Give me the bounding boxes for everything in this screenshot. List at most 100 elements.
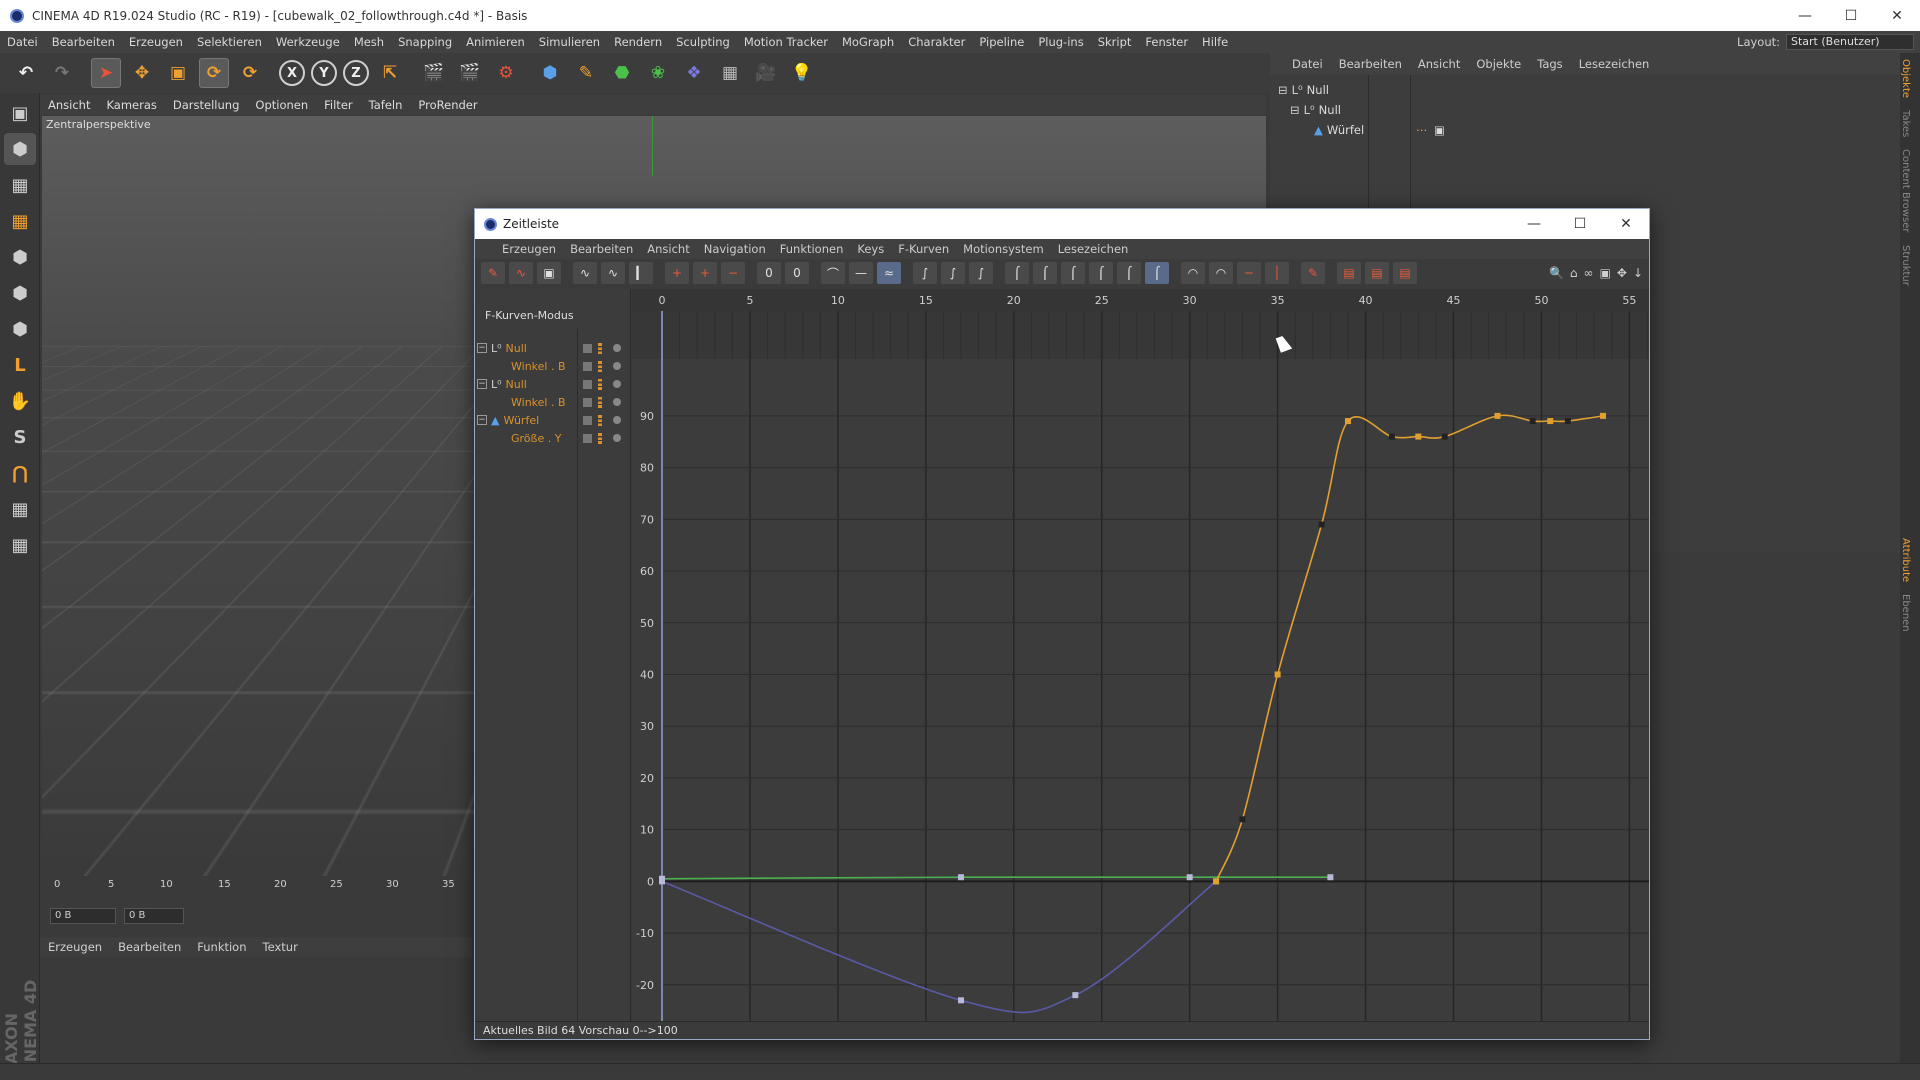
viewport-menu-ansicht[interactable]: Ansicht xyxy=(40,98,98,112)
track-row[interactable]: Winkel . B xyxy=(477,393,629,411)
deformer-icon[interactable]: ❖ xyxy=(679,58,709,88)
track-edit-icon[interactable] xyxy=(583,433,592,443)
track-edit-icon[interactable] xyxy=(583,379,592,389)
object-row[interactable]: ⊟ L⁰ Null xyxy=(1274,100,1894,119)
objmenu-lesezeichen[interactable]: Lesezeichen xyxy=(1571,57,1658,71)
menu-datei[interactable]: Datei xyxy=(0,35,45,49)
camera-icon[interactable]: 🎥 xyxy=(751,58,781,88)
layout-dropdown[interactable]: Start (Benutzer) xyxy=(1786,34,1914,50)
tab-attribute[interactable]: Attribute xyxy=(1900,532,1911,588)
render-view-icon[interactable]: 🎬 xyxy=(419,58,449,88)
maximize-icon[interactable]: ☐ xyxy=(1557,209,1603,239)
spline-ease-icon[interactable]: ∫ xyxy=(941,262,965,284)
track-edit-icon[interactable] xyxy=(583,343,592,353)
fcurve-mode-icon[interactable]: ∿ xyxy=(509,262,533,284)
menu-animieren[interactable]: Animieren xyxy=(459,35,532,49)
viewport-menu-optionen[interactable]: Optionen xyxy=(247,98,316,112)
powerslider-ruler[interactable]: 0 5 10 15 20 25 30 35 xyxy=(42,877,472,895)
tlmenu-bearbeiten[interactable]: Bearbeiten xyxy=(563,242,640,256)
material-menu-textur[interactable]: Textur xyxy=(255,940,306,954)
tab-takes[interactable]: Takes xyxy=(1900,104,1911,143)
polygons-mode-icon[interactable]: ⬢ xyxy=(4,313,36,345)
collapse-icon[interactable]: ⊟ xyxy=(1290,103,1300,117)
key-mode-icon[interactable]: ✎ xyxy=(481,262,505,284)
menu-mesh[interactable]: Mesh xyxy=(347,35,391,49)
move-tool-icon[interactable]: ✥ xyxy=(127,58,157,88)
pan-icon[interactable]: ✥ xyxy=(1617,266,1627,280)
mute-icon[interactable]: ◠ xyxy=(1181,262,1205,284)
track-dot-icon[interactable] xyxy=(613,380,621,388)
menu-fenster[interactable]: Fenster xyxy=(1138,35,1195,49)
menu-erzeugen[interactable]: Erzeugen xyxy=(122,35,190,49)
objmenu-ansicht[interactable]: Ansicht xyxy=(1410,57,1468,71)
locked-workplane-icon[interactable]: ▦ xyxy=(4,493,36,525)
objmenu-bearbeiten[interactable]: Bearbeiten xyxy=(1331,57,1410,71)
track-dot-icon[interactable] xyxy=(613,434,621,442)
ease-in-icon[interactable]: ⌒ xyxy=(821,262,845,284)
menu-werkzeuge[interactable]: Werkzeuge xyxy=(269,35,347,49)
collapse-icon[interactable]: − xyxy=(477,415,487,425)
track-edit-icon[interactable] xyxy=(583,361,592,371)
menu-skript[interactable]: Skript xyxy=(1091,35,1139,49)
new-panel-icon[interactable]: ▣ xyxy=(1600,266,1611,280)
collapse-icon[interactable]: − xyxy=(477,379,487,389)
collapse-icon[interactable]: ⊟ xyxy=(1278,83,1288,97)
motion-mode-icon[interactable]: ▣ xyxy=(537,262,561,284)
light-icon[interactable]: 💡 xyxy=(787,58,817,88)
object-row[interactable]: ⊟ L⁰ Null xyxy=(1274,80,1894,99)
lock-tangent-icon[interactable]: ⌠ xyxy=(1061,262,1085,284)
search-icon[interactable]: 🔍 xyxy=(1549,266,1564,280)
tlmenu-navigation[interactable]: Navigation xyxy=(697,242,773,256)
cube-icon[interactable]: ⬢ xyxy=(535,58,565,88)
track-row[interactable]: − ▲ Würfel xyxy=(477,411,629,429)
track-edit-icon[interactable] xyxy=(583,415,592,425)
layer-icon[interactable]: ▤ xyxy=(1337,262,1361,284)
undo-icon[interactable]: ↶ xyxy=(11,58,41,88)
layer-remove-icon[interactable]: ▤ xyxy=(1393,262,1417,284)
nurbs-icon[interactable]: ⬣ xyxy=(607,58,637,88)
menu-sculpting[interactable]: Sculpting xyxy=(669,35,737,49)
track-row[interactable]: Größe . Y xyxy=(477,429,629,447)
goto-frame-icon[interactable]: ▎ xyxy=(629,262,653,284)
home-icon[interactable]: ⌂ xyxy=(1570,266,1578,280)
coordinate-system-icon[interactable]: ⇱ xyxy=(375,58,405,88)
make-editable-icon[interactable]: ▣ xyxy=(4,97,36,129)
points-mode-icon[interactable]: ⬢ xyxy=(4,241,36,273)
model-mode-icon[interactable]: ⬢ xyxy=(4,133,36,165)
scale-tool-icon[interactable]: ▣ xyxy=(163,58,193,88)
maximize-icon[interactable]: ☐ xyxy=(1828,0,1874,31)
lock-length-icon[interactable]: ⌠ xyxy=(1117,262,1141,284)
snap-icon[interactable]: S xyxy=(4,421,36,453)
close-icon[interactable]: ✕ xyxy=(1874,0,1920,31)
viewport-menu-tafeln[interactable]: Tafeln xyxy=(361,98,411,112)
key-breakdown-icon[interactable]: │ xyxy=(1265,262,1289,284)
tangent-mode-icon[interactable]: ⌠ xyxy=(1145,262,1169,284)
material-menu-bearbeiten[interactable]: Bearbeiten xyxy=(110,940,189,954)
menu-simulieren[interactable]: Simulieren xyxy=(532,35,607,49)
planar-workplane-icon[interactable]: ▦ xyxy=(4,529,36,561)
collapse-icon[interactable]: − xyxy=(477,343,487,353)
menu-hilfe[interactable]: Hilfe xyxy=(1195,35,1235,49)
arrow-down-icon[interactable]: ↓ xyxy=(1633,266,1643,280)
rotate-tool-icon[interactable]: ⟳ xyxy=(199,58,229,88)
mograph-cloner-icon[interactable]: ❀ xyxy=(643,58,673,88)
tab-content-browser[interactable]: Content Browser xyxy=(1900,143,1911,238)
material-tag-icon[interactable]: ▣ xyxy=(1434,123,1445,137)
minimize-icon[interactable]: — xyxy=(1782,0,1828,31)
viewport-menu-filter[interactable]: Filter xyxy=(316,98,360,112)
unify-tangent-icon[interactable]: ⌠ xyxy=(1033,262,1057,284)
edges-mode-icon[interactable]: ⬢ xyxy=(4,277,36,309)
render-picture-viewer-icon[interactable]: 🎬 xyxy=(455,58,485,88)
break-tangent-icon[interactable]: ⌠ xyxy=(1005,262,1029,284)
magnet-icon[interactable]: ⋂ xyxy=(4,457,36,489)
workplane-icon[interactable]: ▦ xyxy=(4,205,36,237)
link-icon[interactable]: ∞ xyxy=(1584,266,1594,280)
menu-pipeline[interactable]: Pipeline xyxy=(972,35,1031,49)
tlmenu-motionsystem[interactable]: Motionsystem xyxy=(956,242,1051,256)
recent-tool-icon[interactable]: ⟳ xyxy=(235,58,265,88)
menu-motion-tracker[interactable]: Motion Tracker xyxy=(737,35,835,49)
floor-icon[interactable]: ▦ xyxy=(715,58,745,88)
lock-key-icon[interactable]: ◠ xyxy=(1209,262,1233,284)
track-dot-icon[interactable] xyxy=(613,344,621,352)
objmenu-datei[interactable]: Datei xyxy=(1284,57,1331,71)
